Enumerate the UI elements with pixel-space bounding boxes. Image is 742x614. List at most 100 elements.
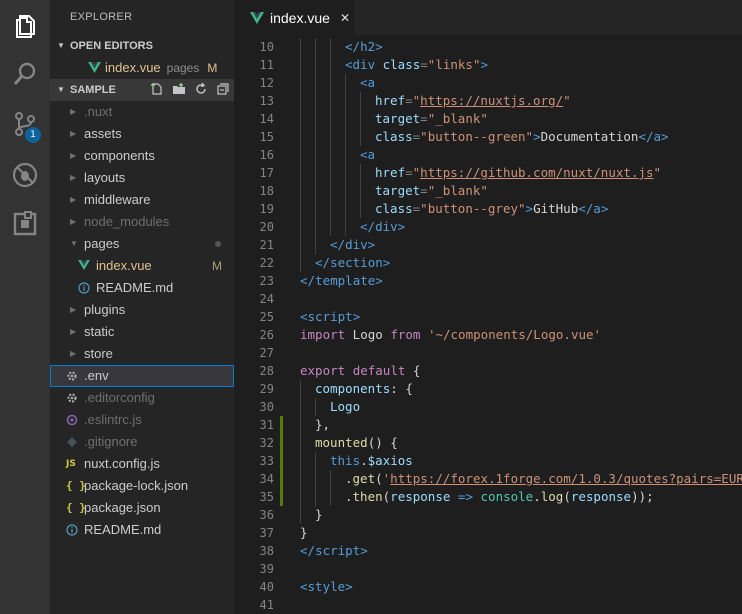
line-number: 19: [259, 202, 274, 216]
indent-guide: [315, 110, 316, 128]
code-token: </: [578, 201, 594, 216]
code-token: </: [300, 543, 316, 558]
code-token: href: [375, 93, 406, 108]
open-editor-item[interactable]: index.vue pages M: [50, 57, 234, 79]
tree-folder[interactable]: ▶ layouts: [50, 167, 234, 189]
line-number: 18: [259, 184, 274, 198]
files-icon[interactable]: [11, 12, 39, 40]
line-number: 24: [259, 292, 274, 306]
close-icon[interactable]: ✕: [340, 11, 350, 25]
tree-folder[interactable]: ▶ node_modules: [50, 211, 234, 233]
added-line-marker: [280, 452, 283, 470]
tree-item-label: pages: [84, 236, 120, 251]
code-line: 28 export default {: [234, 362, 742, 380]
line-number: 26: [259, 328, 274, 342]
tree-item-label: nuxt.config.js: [84, 456, 160, 471]
line-number: 27: [259, 346, 274, 360]
tree-folder[interactable]: ▶ components: [50, 145, 234, 167]
refresh-icon[interactable]: [194, 82, 208, 96]
new-file-icon[interactable]: [150, 82, 164, 96]
tree-folder[interactable]: ▶ plugins: [50, 299, 234, 321]
code-token: <: [300, 579, 308, 594]
indent-guide: [300, 38, 301, 56]
code-token: console: [480, 489, 534, 504]
code-token: .: [345, 471, 353, 486]
code-token: Documentation: [540, 129, 639, 144]
indent-guide: [330, 218, 331, 236]
indent-guide: [315, 128, 316, 146]
tree-folder[interactable]: ▶ assets: [50, 123, 234, 145]
chevron-down-icon: ▼: [57, 41, 65, 50]
tree-file[interactable]: { } package-lock.json: [50, 475, 234, 497]
code-token: response: [390, 489, 451, 504]
open-editors-header[interactable]: ▼ OPEN EDITORS: [50, 35, 234, 57]
tree-file[interactable]: index.vue M: [50, 255, 234, 277]
json-file-icon: { }: [66, 501, 86, 514]
tree-folder[interactable]: ▶ store: [50, 343, 234, 365]
code-token: >: [382, 255, 391, 270]
chevron-right-icon: ▶: [70, 305, 77, 314]
code-token: then: [352, 489, 383, 504]
line-number: 38: [259, 544, 274, 558]
chevron-right-icon: ▶: [70, 173, 77, 182]
code-token: a: [593, 201, 601, 216]
tree-file[interactable]: README.md: [50, 277, 234, 299]
code-token: .: [345, 489, 353, 504]
indent-guide: [315, 38, 316, 56]
new-folder-icon[interactable]: [172, 82, 186, 96]
code-line: 17 href="https://github.com/nuxt/nuxt.js": [234, 164, 742, 182]
indent-guide: [300, 452, 301, 470]
code-token: script: [307, 309, 353, 324]
line-number: 15: [259, 130, 274, 144]
collapse-all-icon[interactable]: [216, 82, 230, 96]
code-token: export: [300, 363, 346, 378]
code-token: =: [405, 165, 413, 180]
code-token: .: [533, 489, 541, 504]
line-number: 13: [259, 94, 274, 108]
tree-file[interactable]: .gitignore: [50, 431, 234, 453]
code-token: href: [375, 165, 406, 180]
added-line-marker: [280, 416, 283, 434]
tree-item-label: .env: [84, 368, 109, 383]
code-token: .: [360, 453, 368, 468]
code-text: <div class="links">: [345, 56, 488, 74]
code-text: target="_blank": [375, 110, 488, 128]
code-token: =: [420, 57, 428, 72]
tree-file[interactable]: .env: [50, 365, 234, 387]
folder-header[interactable]: ▼ SAMPLE: [50, 79, 234, 101]
tree-item-label: .nuxt: [84, 104, 113, 119]
indent-guide: [300, 164, 301, 182]
tree-file[interactable]: { } package.json: [50, 497, 234, 519]
debug-icon[interactable]: [11, 161, 39, 189]
indent-guide: [345, 146, 346, 164]
indent-guide: [300, 488, 301, 506]
tree-folder[interactable]: ▼ pages: [50, 233, 234, 255]
tree-folder[interactable]: ▶ middleware: [50, 189, 234, 211]
chevron-right-icon: ▶: [70, 349, 77, 358]
code-token: default: [352, 363, 406, 378]
code-editor[interactable]: 10 </h2> 11 <div class="links"> 12 <a 13 href="…: [234, 38, 742, 614]
code-token: =>: [457, 489, 473, 504]
tree-folder[interactable]: ▶ static: [50, 321, 234, 343]
tab-index-vue[interactable]: index.vue ✕: [234, 0, 354, 35]
tree-item-label: .gitignore: [84, 434, 138, 449]
code-text: .then(response => console.log(response))…: [345, 488, 654, 506]
code-line: 19 class="button--grey">GitHub</a>: [234, 200, 742, 218]
line-number: 35: [259, 490, 274, 504]
code-token: =: [405, 93, 413, 108]
code-token: div: [375, 219, 398, 234]
tree-file[interactable]: README.md: [50, 519, 234, 541]
code-token: >: [525, 201, 534, 216]
code-token: section: [330, 255, 383, 270]
tree-file[interactable]: JS nuxt.config.js: [50, 453, 234, 475]
search-icon[interactable]: [11, 60, 39, 88]
line-number: 28: [259, 364, 274, 378]
tree-file[interactable]: .eslintrc.js: [50, 409, 234, 431]
line-number: 33: [259, 454, 274, 468]
extensions-icon[interactable]: [11, 210, 39, 238]
code-token: "_blank": [427, 111, 488, 126]
tree-folder[interactable]: ▶ .nuxt: [50, 101, 234, 123]
tree-file[interactable]: .editorconfig: [50, 387, 234, 409]
chevron-down-icon: ▼: [70, 239, 78, 248]
